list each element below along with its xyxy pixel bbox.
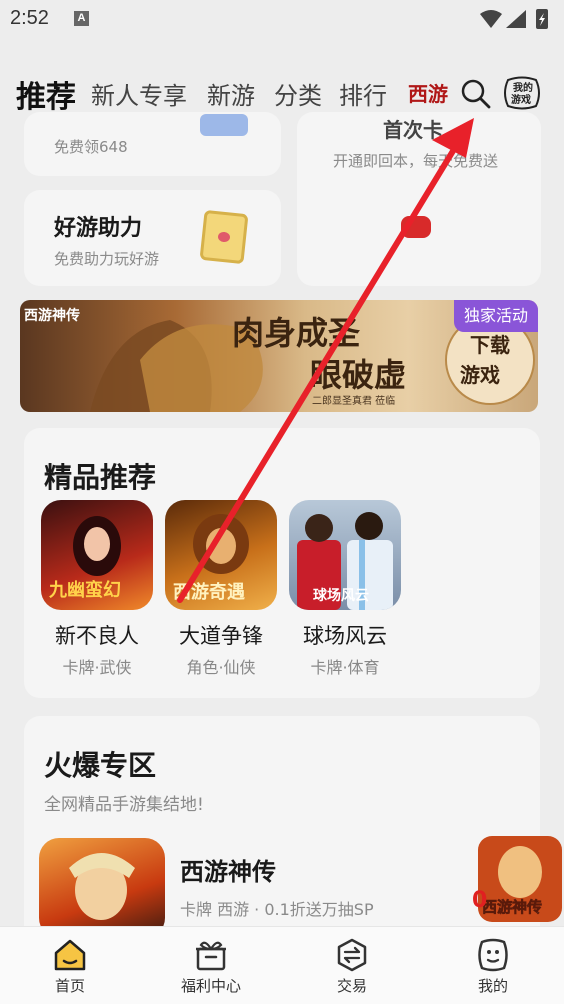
bottom-nav-home[interactable]: 首页 bbox=[0, 927, 140, 1004]
my-games-icon: 我的 游戏 bbox=[504, 76, 540, 110]
game-icon-dadaozhengfeng[interactable]: 西游奇遇 bbox=[165, 500, 277, 610]
section-title: 精品推荐 bbox=[44, 461, 157, 494]
gift-icon bbox=[196, 941, 226, 971]
svg-text:游戏: 游戏 bbox=[460, 363, 500, 387]
svg-text:西游神传: 西游神传 bbox=[482, 898, 542, 916]
floating-game-widget[interactable]: 西游神传 bbox=[478, 836, 562, 922]
section-subtitle: 全网精品手游集结地! bbox=[44, 795, 204, 815]
game-name[interactable]: 球场风云 bbox=[283, 620, 407, 650]
notification-icon: A bbox=[74, 11, 89, 26]
svg-text:西游奇遇: 西游奇遇 bbox=[173, 581, 245, 603]
game-tags: 卡牌·体育 bbox=[310, 658, 380, 677]
floating-counter: 0 bbox=[472, 888, 488, 913]
svg-text:游戏: 游戏 bbox=[511, 93, 531, 106]
game-tags: 卡牌·武侠 bbox=[62, 658, 132, 677]
featured-section: 精品推荐 九幽蛮幻 新不良人 卡牌·武侠 西游奇遇 大道争锋 角色·仙侠 球场风… bbox=[24, 428, 540, 698]
game-logo-tab[interactable]: 西游 bbox=[406, 78, 448, 108]
search-icon[interactable] bbox=[460, 78, 492, 110]
game-icon-xiyoushenchuan[interactable] bbox=[39, 838, 165, 938]
card-subtitle: 免费领648 bbox=[54, 138, 128, 156]
game-name[interactable]: 大道争锋 bbox=[159, 620, 283, 650]
trade-icon bbox=[337, 938, 367, 972]
top-nav: 推荐 新人专享 新游 分类 排行 西游 我的 游戏 bbox=[0, 68, 564, 118]
card-subtitle: 免费助力玩好游 bbox=[54, 250, 160, 268]
help-card[interactable]: 好游助力 免费助力玩好游 bbox=[24, 190, 281, 286]
bottom-nav-profile[interactable]: 我的 bbox=[423, 927, 563, 1004]
game-name[interactable]: 新不良人 bbox=[35, 620, 159, 650]
bottom-nav-label: 交易 bbox=[336, 977, 367, 995]
svg-text:下载: 下载 bbox=[470, 333, 510, 357]
card-title: 好游助力 bbox=[54, 216, 143, 241]
free-648-card[interactable]: 免费领648 bbox=[24, 112, 281, 176]
status-bar: 2:52 A bbox=[0, 0, 564, 40]
wifi-icon bbox=[480, 10, 502, 28]
svg-text:眼破虚: 眼破虚 bbox=[310, 356, 406, 394]
game-tags: 角色·仙侠 bbox=[186, 658, 256, 677]
signal-icon bbox=[506, 10, 526, 28]
svg-text:我的: 我的 bbox=[513, 81, 533, 94]
bottom-nav-label: 福利中心 bbox=[180, 977, 241, 995]
tab-ranking[interactable]: 排行 bbox=[339, 76, 387, 111]
game-name[interactable]: 西游神传 bbox=[180, 852, 276, 887]
tab-category[interactable]: 分类 bbox=[274, 76, 322, 111]
section-title: 火爆专区 bbox=[44, 749, 157, 782]
card-subtitle: 开通即回本，每天免费送 bbox=[333, 152, 499, 170]
svg-text:肉身成圣: 肉身成圣 bbox=[232, 314, 361, 352]
coin-bag-icon bbox=[401, 216, 431, 238]
home-icon bbox=[54, 939, 86, 971]
game-description: 卡牌 西游 · 0.1折送万抽SP bbox=[180, 900, 374, 919]
svg-text:球场风云: 球场风云 bbox=[313, 587, 369, 604]
tab-new-games[interactable]: 新游 bbox=[207, 76, 255, 111]
frame-icon bbox=[199, 209, 249, 265]
card-title: 首次卡 bbox=[383, 118, 443, 142]
svg-text:西游神传: 西游神传 bbox=[24, 307, 80, 324]
tab-recommend[interactable]: 推荐 bbox=[16, 72, 76, 116]
status-icons bbox=[480, 9, 548, 29]
game-icon-xinbuliangren[interactable]: 九幽蛮幻 bbox=[41, 500, 153, 610]
promo-banner[interactable]: 西游神传 肉身成圣 眼破虚 二郎显圣真君 莅临 下载 游戏 独家活动 bbox=[20, 300, 538, 412]
bottom-nav-label: 首页 bbox=[54, 977, 85, 995]
my-games-button[interactable]: 我的 游戏 bbox=[502, 76, 542, 110]
bottom-nav: 首页 福利中心 交易 我的 bbox=[0, 926, 564, 1004]
exclusive-badge: 独家活动 bbox=[453, 300, 538, 332]
bottom-nav-label: 我的 bbox=[477, 977, 508, 995]
bottom-nav-trade[interactable]: 交易 bbox=[282, 927, 422, 1004]
svg-text:二郎显圣真君 莅临: 二郎显圣真君 莅临 bbox=[312, 394, 395, 407]
svg-text:九幽蛮幻: 九幽蛮幻 bbox=[48, 579, 121, 601]
profile-icon bbox=[478, 938, 508, 972]
status-time: 2:52 bbox=[10, 7, 49, 29]
ticket-icon bbox=[200, 114, 248, 136]
first-card-card[interactable]: 首次卡 开通即回本，每天免费送 bbox=[297, 112, 541, 286]
game-icon-qiuchangfengyun[interactable]: 球场风云 bbox=[289, 500, 401, 610]
bottom-nav-welfare[interactable]: 福利中心 bbox=[141, 927, 281, 1004]
tab-newcomer[interactable]: 新人专享 bbox=[91, 76, 187, 111]
svg-text:西游: 西游 bbox=[408, 82, 448, 106]
hot-section: 火爆专区 全网精品手游集结地! 西游神传 卡牌 西游 · 0.1折送万抽SP bbox=[24, 716, 540, 946]
